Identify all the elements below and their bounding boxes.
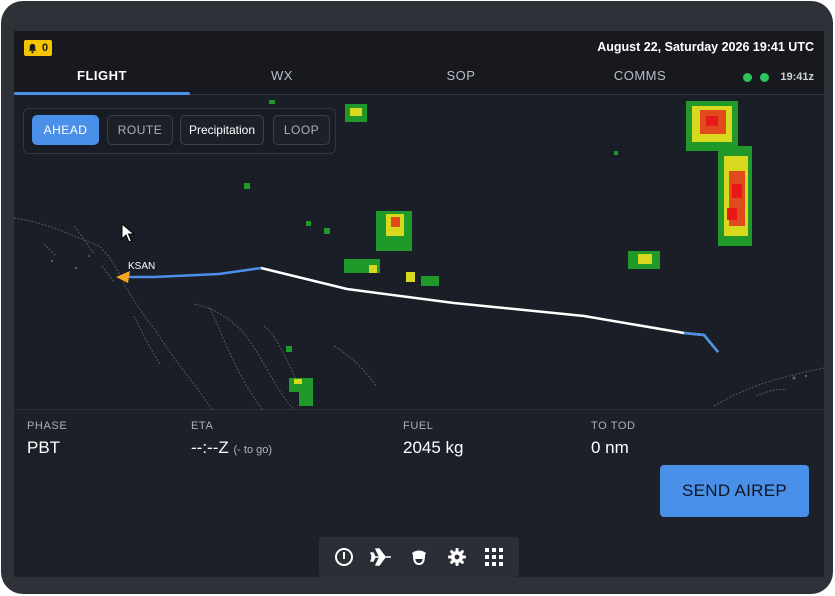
bell-icon xyxy=(28,43,37,53)
phase-label: PHASE xyxy=(27,420,68,432)
route-planned-line xyxy=(260,266,719,353)
alert-badge[interactable]: 0 xyxy=(24,40,53,56)
mode-route-button[interactable]: ROUTE xyxy=(107,115,173,145)
mode-precipitation-button[interactable]: Precipitation xyxy=(180,115,264,145)
main-tabs: FLIGHT WX SOP COMMS xyxy=(14,63,824,95)
eta-label: ETA xyxy=(191,420,214,432)
zulu-time: 19:41z xyxy=(780,71,814,83)
eta-value-group: --:--Z (- to go) xyxy=(191,438,272,458)
pilot-icon[interactable] xyxy=(408,546,430,568)
tab-flight[interactable]: FLIGHT xyxy=(14,63,190,95)
airplane-icon[interactable] xyxy=(370,546,392,568)
connection-status: 19:41z xyxy=(743,71,814,83)
tab-comms[interactable]: COMMS xyxy=(552,63,728,95)
tod-label: TO TOD xyxy=(591,420,636,432)
tablet-frame: 0 August 22, Saturday 2026 19:41 UTC FLI… xyxy=(1,1,833,594)
top-bar: 0 August 22, Saturday 2026 19:41 UTC xyxy=(14,31,824,63)
origin-label: KSAN xyxy=(128,261,155,272)
send-airep-button[interactable]: SEND AIREP xyxy=(660,465,809,517)
islands xyxy=(50,255,808,380)
phase-value: PBT xyxy=(27,438,61,457)
mouse-cursor-icon xyxy=(121,222,136,243)
status-dot-1 xyxy=(743,72,753,82)
route-end-segment xyxy=(683,331,719,353)
datetime-display: August 22, Saturday 2026 19:41 UTC xyxy=(597,40,814,54)
tab-sop[interactable]: SOP xyxy=(373,63,549,95)
map-mode-group: AHEAD ROUTE Precipitation LOOP xyxy=(23,108,336,154)
coastline-lines xyxy=(14,217,824,409)
tab-wx[interactable]: WX xyxy=(194,63,370,95)
status-dot-2 xyxy=(760,72,770,82)
mode-loop-button[interactable]: LOOP xyxy=(273,115,330,145)
aircraft-icon[interactable] xyxy=(116,271,130,283)
bottom-toolbar xyxy=(319,537,519,577)
alert-count: 0 xyxy=(42,42,49,54)
efb-screen: 0 August 22, Saturday 2026 19:41 UTC FLI… xyxy=(14,31,824,577)
fuel-label: FUEL xyxy=(403,420,434,432)
fuel-value: 2045 kg xyxy=(403,438,464,457)
flight-info-panel: PHASE PBT ETA --:--Z (- to go) FUEL 2045… xyxy=(14,409,824,577)
weather-map[interactable]: KSAN AHEAD ROUTE Precipitation LOOP xyxy=(14,96,824,409)
mode-ahead-button[interactable]: AHEAD xyxy=(32,115,99,145)
compass-icon[interactable] xyxy=(333,546,355,568)
grid-icon[interactable] xyxy=(483,546,505,568)
gear-icon[interactable] xyxy=(446,546,468,568)
eta-suffix: (- to go) xyxy=(233,444,273,456)
eta-value: --:--Z xyxy=(191,438,229,457)
tod-value: 0 nm xyxy=(591,438,629,457)
